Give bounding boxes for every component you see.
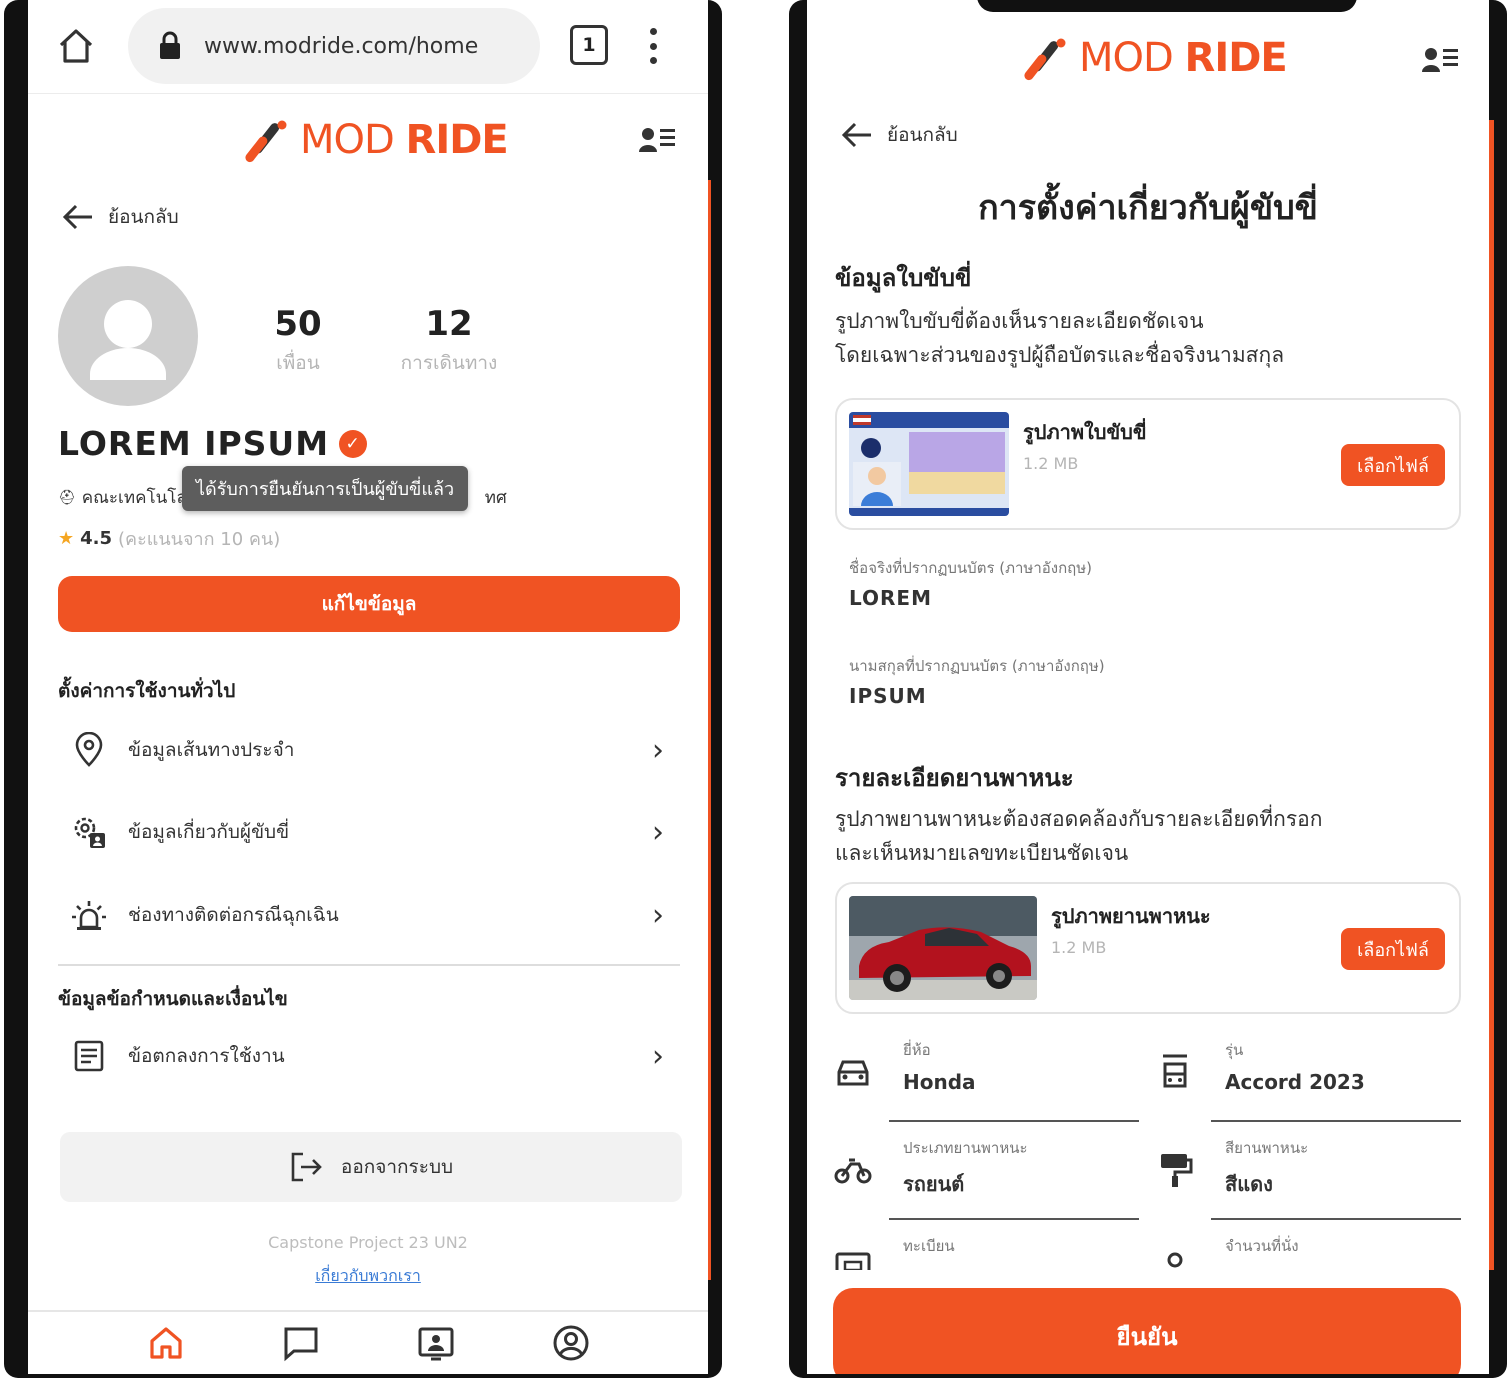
browser-menu-icon[interactable] (648, 28, 658, 64)
vehicle-model-field[interactable]: รุ่น Accord 2023 (1211, 1038, 1461, 1128)
chevron-right-icon: › (652, 814, 664, 850)
choose-license-file-button[interactable]: เลือกไฟล์ (1341, 444, 1445, 486)
menu-item-terms-of-use[interactable]: ข้อตกลงการใช้งาน › (58, 1028, 678, 1084)
logout-icon (291, 1152, 322, 1182)
vehicle-thumbnail (849, 896, 1037, 1000)
brand-logo: MOD RIDE (1023, 34, 1288, 82)
id-card-icon[interactable] (417, 1324, 455, 1362)
license-upload-card: รูปภาพใบขับขี่ 1.2 MB เลือกไฟล์ (835, 398, 1461, 530)
profile-icon[interactable] (552, 1324, 590, 1362)
vehicle-file-size: 1.2 MB (1051, 938, 1107, 957)
vehicle-card-title: รูปภาพยานพาหนะ (1051, 904, 1211, 928)
license-plate-field[interactable]: ทะเบียน (889, 1234, 1139, 1270)
divider (58, 964, 680, 966)
verified-badge-icon[interactable]: ✓ (339, 429, 368, 458)
avatar[interactable] (58, 266, 198, 406)
friends-stat[interactable]: 50 เพื่อน (258, 304, 338, 378)
edit-profile-button[interactable]: แก้ไขข้อมูล (58, 576, 680, 632)
brand-logo: MOD RIDE (244, 116, 509, 164)
license-description: รูปภาพใบขับขี่ต้องเห็นรายละเอียดชัดเจน โ… (835, 309, 1285, 367)
logo-mark-icon (1024, 38, 1066, 81)
menu-item-route-info[interactable]: ข้อมูลเส้นทางประจำ › (58, 722, 678, 778)
chevron-right-icon: › (652, 732, 664, 768)
home-icon[interactable] (147, 1324, 185, 1362)
first-name-value[interactable]: LOREM (849, 586, 932, 610)
frame-accent (1489, 120, 1494, 1270)
vehicle-brand-field[interactable]: ยี่ห้อ Honda (889, 1038, 1139, 1128)
paint-roller-icon (1161, 1154, 1193, 1187)
emergency-light-icon (72, 901, 106, 930)
last-name-label: นามสกุลที่ปรากฏบนบัตร (ภาษาอังกฤษ) (849, 657, 1105, 675)
logo-mark-icon (245, 120, 287, 163)
page-title: การตั้งค่าเกี่ยวกับผู้ขับขี่ (978, 188, 1318, 228)
address-bar[interactable]: www.modride.com/home (128, 8, 540, 84)
back-button[interactable]: ย้อนกลับ (62, 202, 179, 232)
location-pin-icon (75, 732, 103, 767)
vehicle-section-title: รายละเอียดยานพาหนะ (835, 764, 1074, 792)
menu-item-driver-info[interactable]: ข้อมูลเกี่ยวกับผู้ขับขี่ › (58, 804, 678, 860)
tab-switcher-button[interactable]: 1 (570, 25, 608, 65)
phone-notch (977, 0, 1357, 12)
license-thumbnail (849, 412, 1009, 516)
first-name-label: ชื่อจริงที่ปรากฏบนบัตร (ภาษาอังกฤษ) (849, 559, 1092, 577)
driver-settings-screen: MOD RIDE ย้อนกลับ การตั้งค่าเกี่ยวกับผู้… (807, 0, 1489, 1374)
license-card-title: รูปภาพใบขับขี่ (1023, 420, 1147, 444)
bottom-navigation (28, 1310, 708, 1374)
arrow-left-icon (841, 122, 871, 148)
user-placeholder-icon (90, 300, 166, 380)
back-button[interactable]: ย้อนกลับ (841, 120, 958, 150)
license-section-title: ข้อมูลใบขับขี่ (835, 264, 972, 292)
vehicle-upload-card: รูปภาพยานพาหนะ 1.2 MB เลือกไฟล์ (835, 882, 1461, 1014)
chevron-right-icon: › (652, 1038, 664, 1074)
browser-toolbar: www.modride.com/home 1 (28, 0, 708, 94)
graduation-cap-icon: ⛑ (58, 489, 76, 506)
vehicle-type-icon (834, 1158, 872, 1184)
vehicle-type-field[interactable]: ประเภทยานพาหนะ รถยนต์ (889, 1136, 1139, 1226)
vehicle-color-field[interactable]: สียานพาหนะ สีแดง (1211, 1136, 1461, 1226)
car-icon (837, 1060, 869, 1086)
confirm-button[interactable]: ยืนยัน (833, 1288, 1461, 1374)
lock-icon (160, 31, 180, 59)
profile-name: LOREM IPSUM ✓ (58, 424, 368, 463)
document-icon (74, 1040, 104, 1072)
profile-screen: www.modride.com/home 1 MOD RIDE ย้อนกลับ (28, 0, 708, 1374)
url-text: www.modride.com/home (204, 33, 479, 59)
back-label: ย้อนกลับ (108, 206, 179, 228)
last-name-value[interactable]: IPSUM (849, 684, 927, 708)
license-file-size: 1.2 MB (1023, 454, 1079, 473)
star-icon: ★ (58, 528, 75, 549)
choose-vehicle-file-button[interactable]: เลือกไฟล์ (1341, 928, 1445, 970)
car-model-icon (1163, 1054, 1187, 1088)
footer-note: Capstone Project 23 UN2 (268, 1233, 468, 1252)
vehicle-description: รูปภาพยานพาหนะต้องสอดคล้องกับรายละเอียดท… (835, 807, 1323, 865)
back-label: ย้อนกลับ (887, 124, 958, 146)
general-settings-title: ตั้งค่าการใช้งานทั่วไป (58, 680, 236, 702)
about-us-link[interactable]: เกี่ยวกับพวกเรา (28, 1264, 708, 1289)
profile-menu-icon[interactable] (638, 122, 678, 156)
left-phone-frame: www.modride.com/home 1 MOD RIDE ย้อนกลับ (4, 0, 722, 1378)
arrow-left-icon (62, 204, 92, 230)
terms-section-title: ข้อมูลข้อกำหนดและเงื่อนไข (58, 988, 288, 1010)
chat-icon[interactable] (282, 1324, 320, 1362)
seat-count-field[interactable]: จำนวนที่นั่ง (1211, 1234, 1461, 1270)
driver-settings-icon (74, 817, 105, 848)
menu-item-emergency-contact[interactable]: ช่องทางติดต่อกรณีฉุกเฉิน › (58, 887, 678, 943)
right-phone-frame: MOD RIDE ย้อนกลับ การตั้งค่าเกี่ยวกับผู้… (789, 0, 1507, 1378)
home-icon[interactable] (56, 26, 96, 66)
profile-menu-icon[interactable] (1421, 42, 1461, 76)
chevron-right-icon: › (652, 897, 664, 933)
trips-stat[interactable]: 12 การเดินทาง (394, 304, 504, 378)
logout-button[interactable]: ออกจากระบบ (60, 1132, 682, 1202)
verified-tooltip: ได้รับการยืนยันการเป็นผู้ขับขี่แล้ว (182, 466, 469, 511)
rating: ★ 4.5 (คะแนนจาก 10 คน) (58, 528, 281, 550)
